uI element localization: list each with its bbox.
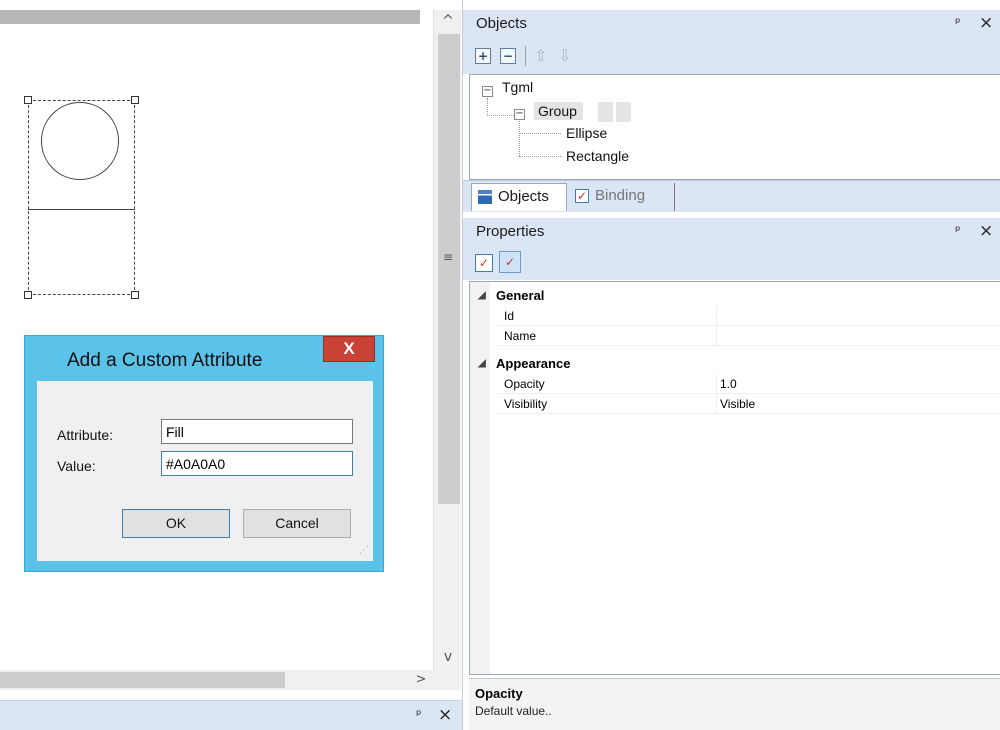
canvas-top-band <box>0 10 420 24</box>
close-icon[interactable]: × <box>979 13 993 33</box>
tree-item-ellipse[interactable]: Ellipse <box>566 125 607 141</box>
rectangle-shape[interactable] <box>28 209 135 295</box>
binding-tab-icon: ✓ <box>575 189 589 203</box>
collapse-category-icon[interactable]: ◢ <box>478 286 486 306</box>
property-value[interactable]: 1.0 <box>720 374 737 394</box>
property-value[interactable]: Visible <box>720 394 755 414</box>
ellipse-shape[interactable] <box>41 102 119 180</box>
toolbar-separator <box>525 46 526 66</box>
tree-item-rectangle[interactable]: Rectangle <box>566 148 629 164</box>
tree-connector <box>519 121 520 156</box>
objects-toolbar: + − ⇧ ⇩ <box>463 38 1000 74</box>
canvas-vertical-scrollbar[interactable]: ^ ≡ v <box>433 10 461 670</box>
tab-label: Binding <box>595 187 646 204</box>
collapse-category-icon[interactable]: ◢ <box>478 354 486 374</box>
cancel-button[interactable]: Cancel <box>243 509 351 538</box>
attribute-input[interactable] <box>161 419 353 444</box>
collapse-all-icon[interactable]: − <box>500 48 516 64</box>
category-row-appearance[interactable]: ◢ Appearance <box>470 354 1000 374</box>
tree-item-tgml[interactable]: Tgml <box>502 79 533 95</box>
objects-panel-header: Objects ᵖ × <box>463 10 1000 38</box>
group-marker <box>598 102 613 122</box>
value-label: Value: <box>57 458 96 474</box>
category-row-general[interactable]: ◢ General <box>470 286 1000 306</box>
property-row-visibility[interactable]: Visibility Visible <box>470 394 1000 414</box>
categorized-view-icon[interactable]: ✓ <box>475 254 493 272</box>
close-icon[interactable]: × <box>438 705 452 725</box>
scroll-down-arrow-icon[interactable]: v <box>434 646 462 668</box>
tree-connector <box>519 156 561 157</box>
horizontal-scroll-thumb[interactable] <box>0 672 285 688</box>
close-icon[interactable]: × <box>979 221 993 241</box>
resize-handle-top-left[interactable] <box>24 96 32 104</box>
tab-objects[interactable]: Objects <box>471 183 567 211</box>
property-grid: ◢ General Id Name ◢ Appearance Opacity 1… <box>469 281 1000 675</box>
value-input[interactable] <box>161 451 353 476</box>
pin-icon[interactable]: ᵖ <box>416 708 422 723</box>
objects-panel-title: Objects <box>476 15 527 32</box>
tree-connector <box>519 133 561 134</box>
scroll-right-arrow-icon[interactable]: > <box>410 670 432 690</box>
group-marker <box>616 102 631 122</box>
properties-toolbar: ✓ ✓ <box>463 246 1000 280</box>
collapse-node-icon[interactable]: − <box>482 86 493 97</box>
attribute-label: Attribute: <box>57 427 114 443</box>
property-row-id[interactable]: Id <box>470 306 1000 326</box>
collapse-node-icon[interactable]: − <box>514 109 525 120</box>
property-row-opacity[interactable]: Opacity 1.0 <box>470 374 1000 394</box>
cell-divider <box>716 394 717 414</box>
property-row-name[interactable]: Name <box>470 326 1000 346</box>
property-name: Id <box>504 309 515 323</box>
tab-binding[interactable]: ✓ Binding <box>569 183 675 211</box>
cell-divider <box>716 326 717 346</box>
dialog-title: Add a Custom Attribute <box>67 350 263 371</box>
tree-connector <box>487 115 514 116</box>
dialog-body: Attribute: Value: OK Cancel ⋰ <box>37 381 373 561</box>
pin-icon[interactable]: ᵖ <box>955 16 961 31</box>
move-down-icon[interactable]: ⇩ <box>558 46 571 65</box>
ok-button[interactable]: OK <box>122 509 230 538</box>
scroll-corner <box>433 670 461 690</box>
properties-panel-header: Properties ᵖ × <box>463 218 1000 246</box>
alphabetical-view-icon[interactable]: ✓ <box>499 251 521 273</box>
property-name: Visibility <box>504 397 548 411</box>
tree-connector <box>487 98 488 116</box>
description-text: Default value.. <box>475 704 552 718</box>
objects-tab-strip: Objects ✓ Binding <box>463 180 1000 212</box>
pin-icon[interactable]: ᵖ <box>955 224 961 239</box>
dialog-close-button[interactable]: X <box>323 336 375 362</box>
cell-divider <box>716 374 717 394</box>
tree-item-group[interactable]: Group <box>534 102 583 120</box>
custom-attribute-dialog: Add a Custom Attribute X Attribute: Valu… <box>24 335 384 572</box>
category-label: Appearance <box>496 356 571 371</box>
cell-divider <box>716 306 717 326</box>
description-title: Opacity <box>475 686 523 701</box>
objects-tab-icon <box>478 190 492 204</box>
property-name: Opacity <box>504 377 545 391</box>
resize-handle-top-right[interactable] <box>131 96 139 104</box>
bottom-pane-header: ᵖ × <box>0 700 462 730</box>
expand-all-icon[interactable]: + <box>475 48 491 64</box>
right-dock: Objects ᵖ × + − ⇧ ⇩ − Tgml − Group Ellip… <box>462 0 1000 730</box>
row-divider <box>496 413 1000 414</box>
vertical-scroll-thumb[interactable] <box>438 34 460 504</box>
scroll-up-arrow-icon[interactable]: ^ <box>434 10 462 32</box>
splitter-grip-icon[interactable]: ≡ <box>438 250 458 264</box>
properties-panel-title: Properties <box>476 223 545 240</box>
canvas-horizontal-scrollbar[interactable]: > <box>0 670 433 690</box>
move-up-icon[interactable]: ⇧ <box>534 46 547 65</box>
row-divider <box>496 345 1000 346</box>
property-name: Name <box>504 329 537 343</box>
property-description-pane: Opacity Default value.. <box>469 678 1000 730</box>
tab-label: Objects <box>498 188 549 205</box>
category-label: General <box>496 288 545 303</box>
object-tree[interactable]: − Tgml − Group Ellipse Rectangle <box>469 74 1000 180</box>
resize-grip-icon[interactable]: ⋰ <box>359 545 369 556</box>
